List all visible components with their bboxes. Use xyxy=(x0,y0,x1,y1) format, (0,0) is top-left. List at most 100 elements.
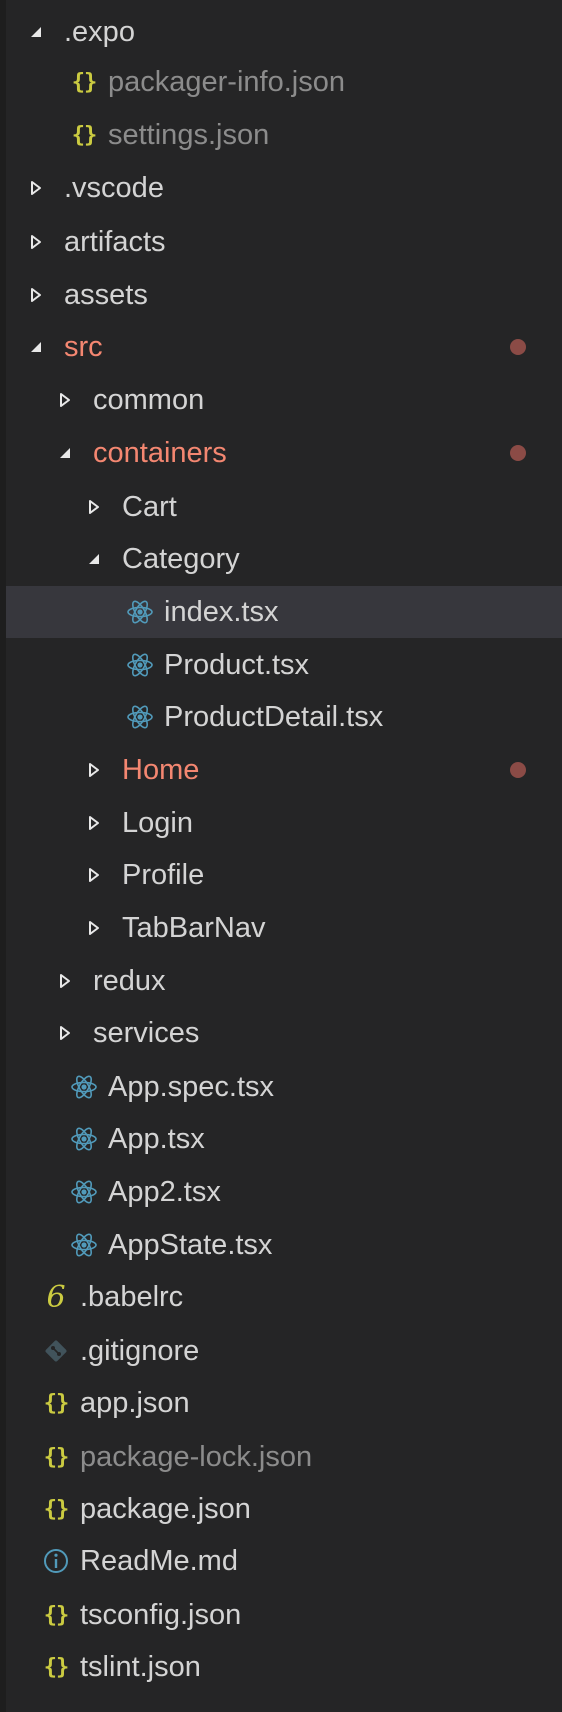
react-icon xyxy=(126,703,154,731)
chevron-right-icon[interactable] xyxy=(55,1025,75,1041)
chevron-right-icon[interactable] xyxy=(55,392,75,408)
chevron-down-icon[interactable] xyxy=(84,551,104,567)
react-icon xyxy=(70,1178,98,1206)
folder-tabbarnav[interactable]: TabBarNav xyxy=(6,902,562,954)
file-app-tsx[interactable]: App.tsx xyxy=(6,1113,562,1165)
tree-item-label: App2.tsx xyxy=(108,1175,221,1208)
react-icon xyxy=(70,1231,98,1259)
tree-item-label: Product.tsx xyxy=(164,648,310,681)
info-icon xyxy=(42,1547,70,1575)
file-product-tsx[interactable]: Product.tsx xyxy=(6,639,562,691)
file-app-spec-tsx[interactable]: App.spec.tsx xyxy=(6,1061,562,1113)
tree-item-label: package.json xyxy=(80,1492,251,1525)
chevron-right-icon[interactable] xyxy=(84,920,104,936)
folder-common[interactable]: common xyxy=(6,374,562,426)
tree-item-label: package-lock.json xyxy=(80,1440,313,1473)
modified-indicator-dot xyxy=(510,762,526,778)
tree-item-label: App.tsx xyxy=(108,1122,205,1155)
file-appstate-tsx[interactable]: AppState.tsx xyxy=(6,1219,562,1271)
chevron-right-icon[interactable] xyxy=(26,180,46,196)
folder-src[interactable]: src xyxy=(6,321,562,373)
folder-login[interactable]: Login xyxy=(6,797,562,849)
tree-item-label: Home xyxy=(122,753,200,786)
folder-profile[interactable]: Profile xyxy=(6,849,562,901)
file-packager-info-json[interactable]: {} packager-info.json xyxy=(6,56,562,108)
folder-redux[interactable]: redux xyxy=(6,955,562,1007)
tree-item-label: Cart xyxy=(122,490,177,523)
json-icon: {} xyxy=(43,1654,69,1680)
tree-item-label: services xyxy=(93,1016,200,1049)
tree-item-label: AppState.tsx xyxy=(108,1228,273,1261)
file-tsconfig-json[interactable]: {} tsconfig.json xyxy=(6,1589,562,1641)
file-package-json[interactable]: {} package.json xyxy=(6,1483,562,1535)
git-icon xyxy=(42,1338,70,1364)
modified-indicator-dot xyxy=(510,445,526,461)
json-icon: {} xyxy=(71,69,97,95)
tree-item-label: .gitignore xyxy=(80,1334,200,1367)
react-icon xyxy=(70,1125,98,1153)
tree-item-label: App.spec.tsx xyxy=(108,1070,275,1103)
json-icon: {} xyxy=(43,1602,69,1628)
json-icon: {} xyxy=(71,122,97,148)
file-settings-json[interactable]: {} settings.json xyxy=(6,109,562,161)
tree-item-label: .babelrc xyxy=(80,1280,184,1313)
file-app-json[interactable]: {} app.json xyxy=(6,1377,562,1429)
tree-item-label: common xyxy=(93,383,205,416)
tree-item-label: .expo xyxy=(64,15,135,48)
chevron-right-icon[interactable] xyxy=(84,762,104,778)
json-icon: {} xyxy=(43,1390,69,1416)
tree-item-label: containers xyxy=(93,436,227,469)
react-icon xyxy=(126,651,154,679)
tree-item-label: tsconfig.json xyxy=(80,1598,242,1631)
file-productdetail-tsx[interactable]: ProductDetail.tsx xyxy=(6,691,562,743)
file-readme-md[interactable]: ReadMe.md xyxy=(6,1535,562,1587)
tree-item-label: redux xyxy=(93,964,166,997)
file-explorer-tree: .expo {} packager-info.json {} settings.json… xyxy=(6,0,562,1712)
tree-item-label: settings.json xyxy=(108,118,270,151)
chevron-down-icon[interactable] xyxy=(26,339,46,355)
tree-item-label: .vscode xyxy=(64,171,164,204)
babel-icon: 6 xyxy=(46,1279,66,1315)
tree-item-label: src xyxy=(64,330,103,363)
tree-item-label: index.tsx xyxy=(164,595,279,628)
folder-assets[interactable]: assets xyxy=(6,269,562,321)
folder-dot-expo[interactable]: .expo xyxy=(6,6,562,58)
tree-item-label: Category xyxy=(122,542,240,575)
react-icon xyxy=(126,598,154,626)
chevron-down-icon[interactable] xyxy=(26,24,46,40)
folder-containers[interactable]: containers xyxy=(6,427,562,479)
react-icon xyxy=(70,1073,98,1101)
json-icon: {} xyxy=(43,1496,69,1522)
tree-item-label: assets xyxy=(64,278,148,311)
tree-item-label: Login xyxy=(122,806,193,839)
chevron-right-icon[interactable] xyxy=(55,973,75,989)
file-app2-tsx[interactable]: App2.tsx xyxy=(6,1166,562,1218)
file-tslint-json[interactable]: {} tslint.json xyxy=(6,1641,562,1693)
tree-item-label: TabBarNav xyxy=(122,911,266,944)
folder-cart[interactable]: Cart xyxy=(6,481,562,533)
file-dot-babelrc[interactable]: 6 .babelrc xyxy=(6,1271,562,1323)
chevron-right-icon[interactable] xyxy=(84,499,104,515)
tree-item-label: app.json xyxy=(80,1386,190,1419)
tree-item-label: artifacts xyxy=(64,225,166,258)
file-index-tsx[interactable]: index.tsx xyxy=(6,586,562,638)
chevron-down-icon[interactable] xyxy=(55,445,75,461)
tree-item-label: ReadMe.md xyxy=(80,1544,238,1577)
file-dot-gitignore[interactable]: .gitignore xyxy=(6,1325,562,1377)
folder-services[interactable]: services xyxy=(6,1007,562,1059)
tree-item-label: packager-info.json xyxy=(108,65,345,98)
folder-home[interactable]: Home xyxy=(6,744,562,796)
chevron-right-icon[interactable] xyxy=(84,867,104,883)
folder-dot-vscode[interactable]: .vscode xyxy=(6,162,562,214)
chevron-right-icon[interactable] xyxy=(26,234,46,250)
chevron-right-icon[interactable] xyxy=(26,287,46,303)
folder-artifacts[interactable]: artifacts xyxy=(6,216,562,268)
tree-item-label: tslint.json xyxy=(80,1650,201,1683)
folder-category[interactable]: Category xyxy=(6,533,562,585)
tree-item-label: Profile xyxy=(122,858,205,891)
tree-item-label: ProductDetail.tsx xyxy=(164,700,384,733)
json-icon: {} xyxy=(43,1444,69,1470)
chevron-right-icon[interactable] xyxy=(84,815,104,831)
file-package-lock-json[interactable]: {} package-lock.json xyxy=(6,1431,562,1483)
modified-indicator-dot xyxy=(510,339,526,355)
